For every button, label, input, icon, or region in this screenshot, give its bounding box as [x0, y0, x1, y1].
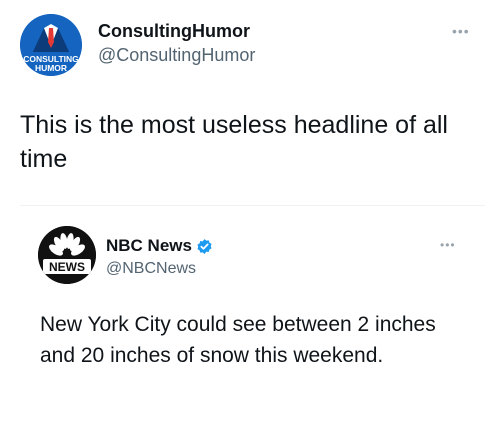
- author-handle[interactable]: @ConsultingHumor: [98, 44, 255, 66]
- quoted-tweet[interactable]: NEWS NBC News @NBCNews ••• New York City…: [20, 205, 485, 433]
- verified-badge-icon: [196, 238, 213, 255]
- quoted-tweet-text: New York City could see between 2 inches…: [40, 313, 436, 367]
- nbc-peacock-logo: NEWS: [38, 226, 96, 284]
- nbcnews-avatar[interactable]: NEWS: [38, 226, 96, 284]
- quoted-author-name-row: NBC News: [106, 236, 213, 256]
- consultinghumor-logo: CONSULTING HUMOR: [20, 14, 82, 76]
- quoted-tweet-author: NBC News @NBCNews: [106, 236, 213, 279]
- tweet-text: This is the most useless headline of all…: [20, 111, 448, 173]
- more-horizontal-icon[interactable]: •••: [440, 239, 456, 251]
- consultinghumor-avatar[interactable]: CONSULTING HUMOR: [20, 14, 82, 76]
- more-horizontal-icon[interactable]: •••: [452, 24, 470, 38]
- author-name[interactable]: ConsultingHumor: [98, 20, 255, 42]
- tweet: CONSULTING HUMOR ConsultingHumor @Consul…: [0, 0, 500, 433]
- quoted-author-name[interactable]: NBC News: [106, 236, 192, 256]
- tweet-author: ConsultingHumor @ConsultingHumor: [98, 20, 255, 66]
- quoted-author-handle[interactable]: @NBCNews: [106, 259, 213, 279]
- avatar-label-line2: HUMOR: [35, 63, 67, 73]
- avatar-news-label: NEWS: [49, 260, 85, 274]
